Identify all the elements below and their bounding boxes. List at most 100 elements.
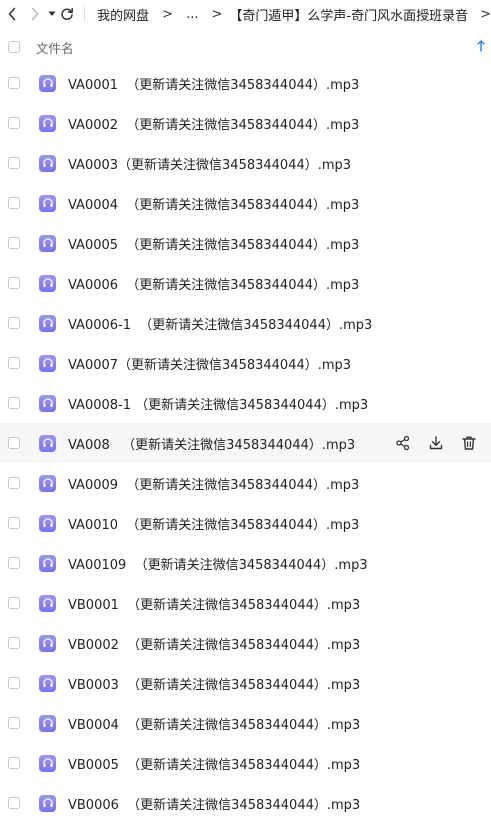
file-row[interactable]: VA00109 （更新请关注微信3458344044）.mp3 xyxy=(0,543,491,583)
row-checkbox[interactable] xyxy=(8,317,20,329)
row-checkbox[interactable] xyxy=(8,517,20,529)
delete-button[interactable] xyxy=(461,435,477,451)
headphones-icon xyxy=(39,194,56,212)
row-actions xyxy=(395,423,477,463)
back-button[interactable] xyxy=(0,0,23,28)
file-row-hovered[interactable]: VA008 （更新请关注微信3458344044）.mp3 xyxy=(0,423,491,463)
file-row[interactable]: VB0006 （更新请关注微信3458344044）.mp3 xyxy=(0,783,491,823)
row-checkbox[interactable] xyxy=(8,597,20,609)
file-name[interactable]: VB0001 （更新请关注微信3458344044）.mp3 xyxy=(68,594,360,613)
row-checkbox[interactable] xyxy=(8,677,20,689)
file-row[interactable]: VA0009 （更新请关注微信3458344044）.mp3 xyxy=(0,463,491,503)
headphones-icon xyxy=(39,754,56,772)
share-button[interactable] xyxy=(395,435,411,451)
file-name[interactable]: VA0009 （更新请关注微信3458344044）.mp3 xyxy=(68,474,359,493)
headphones-icon xyxy=(39,554,56,572)
file-name[interactable]: VA0005 （更新请关注微信3458344044）.mp3 xyxy=(68,234,359,253)
headphones-icon xyxy=(39,394,56,412)
file-name[interactable]: VA0002 （更新请关注微信3458344044）.mp3 xyxy=(68,114,359,133)
file-row[interactable]: VA0003（更新请关注微信3458344044）.mp3 xyxy=(0,143,491,183)
file-row[interactable]: VA0006 （更新请关注微信3458344044）.mp3 xyxy=(0,263,491,303)
breadcrumb-separator: > xyxy=(480,6,491,22)
headphones-icon xyxy=(39,354,56,372)
column-header-filename[interactable]: 文件名 xyxy=(36,38,74,57)
file-row[interactable]: VA0008-1 （更新请关注微信3458344044）.mp3 xyxy=(0,383,491,423)
row-checkbox[interactable] xyxy=(8,397,20,409)
file-row[interactable]: VA0001 （更新请关注微信3458344044）.mp3 xyxy=(0,63,491,103)
file-row[interactable]: VB0002 （更新请关注微信3458344044）.mp3 xyxy=(0,623,491,663)
headphones-icon xyxy=(39,474,56,492)
file-name[interactable]: VA0006 （更新请关注微信3458344044）.mp3 xyxy=(68,274,359,293)
breadcrumb-root[interactable]: 我的网盘 xyxy=(97,5,149,24)
file-name[interactable]: VA0007（更新请关注微信3458344044）.mp3 xyxy=(68,354,351,373)
row-checkbox[interactable] xyxy=(8,797,20,809)
headphones-icon xyxy=(39,514,56,532)
row-checkbox[interactable] xyxy=(8,277,20,289)
file-name[interactable]: VA0003（更新请关注微信3458344044）.mp3 xyxy=(68,154,351,173)
row-checkbox[interactable] xyxy=(8,77,20,89)
row-checkbox[interactable] xyxy=(8,757,20,769)
breadcrumb-separator: > xyxy=(211,6,223,22)
download-button[interactable] xyxy=(428,435,444,451)
row-checkbox[interactable] xyxy=(8,357,20,369)
refresh-icon xyxy=(61,7,74,21)
headphones-icon xyxy=(39,434,56,452)
download-icon xyxy=(429,436,443,450)
breadcrumb-separator: > xyxy=(162,6,174,22)
file-row[interactable]: VA0005 （更新请关注微信3458344044）.mp3 xyxy=(0,223,491,263)
file-row[interactable]: VB0003 （更新请关注微信3458344044）.mp3 xyxy=(0,663,491,703)
toolbar-divider xyxy=(84,6,86,22)
sort-ascending-icon[interactable] xyxy=(477,40,485,55)
file-row[interactable]: VA0007（更新请关注微信3458344044）.mp3 xyxy=(0,343,491,383)
top-navigation-bar: 我的网盘 > ... > 【奇门遁甲】么学声-奇门风水面授班录音 > xyxy=(0,0,491,28)
file-name[interactable]: VB0005 （更新请关注微信3458344044）.mp3 xyxy=(68,754,360,773)
caret-down-icon xyxy=(48,11,56,16)
row-checkbox[interactable] xyxy=(8,637,20,649)
select-all-checkbox[interactable] xyxy=(8,41,20,53)
row-checkbox[interactable] xyxy=(8,157,20,169)
file-row[interactable]: VB0005 （更新请关注微信3458344044）.mp3 xyxy=(0,743,491,783)
file-name[interactable]: VA0001 （更新请关注微信3458344044）.mp3 xyxy=(68,74,359,93)
file-name[interactable]: VB0003 （更新请关注微信3458344044）.mp3 xyxy=(68,674,360,693)
file-row[interactable]: VA0004 （更新请关注微信3458344044）.mp3 xyxy=(0,183,491,223)
row-checkbox[interactable] xyxy=(8,117,20,129)
file-row[interactable]: VA0006-1 （更新请关注微信3458344044）.mp3 xyxy=(0,303,491,343)
headphones-icon xyxy=(39,634,56,652)
file-name[interactable]: VA00109 （更新请关注微信3458344044）.mp3 xyxy=(68,554,368,573)
row-checkbox[interactable] xyxy=(8,197,20,209)
headphones-icon xyxy=(39,74,56,92)
row-checkbox[interactable] xyxy=(8,557,20,569)
file-name[interactable]: VB0002 （更新请关注微信3458344044）.mp3 xyxy=(68,634,360,653)
chevron-right-icon xyxy=(31,7,39,21)
file-list: VA0001 （更新请关注微信3458344044）.mp3 VA0002 （更… xyxy=(0,63,491,823)
trash-icon xyxy=(462,436,476,450)
file-name[interactable]: VA008 （更新请关注微信3458344044）.mp3 xyxy=(68,434,355,453)
file-name[interactable]: VA0006-1 （更新请关注微信3458344044）.mp3 xyxy=(68,314,372,333)
file-row[interactable]: VA0002 （更新请关注微信3458344044）.mp3 xyxy=(0,103,491,143)
row-checkbox[interactable] xyxy=(8,437,20,449)
row-checkbox[interactable] xyxy=(8,717,20,729)
file-name[interactable]: VB0004 （更新请关注微信3458344044）.mp3 xyxy=(68,714,360,733)
headphones-icon xyxy=(39,594,56,612)
headphones-icon xyxy=(39,314,56,332)
share-icon xyxy=(396,435,410,451)
row-checkbox[interactable] xyxy=(8,477,20,489)
breadcrumb-current[interactable]: 【奇门遁甲】么学声-奇门风水面授班录音 xyxy=(229,5,468,24)
headphones-icon xyxy=(39,674,56,692)
headphones-icon xyxy=(39,274,56,292)
file-name[interactable]: VA0010 （更新请关注微信3458344044）.mp3 xyxy=(68,514,359,533)
headphones-icon xyxy=(39,154,56,172)
file-list-header: 文件名 xyxy=(0,34,491,60)
history-dropdown-button[interactable] xyxy=(46,0,58,28)
file-name[interactable]: VA0008-1 （更新请关注微信3458344044）.mp3 xyxy=(68,394,368,413)
file-row[interactable]: VB0001 （更新请关注微信3458344044）.mp3 xyxy=(0,583,491,623)
file-name[interactable]: VA0004 （更新请关注微信3458344044）.mp3 xyxy=(68,194,359,213)
forward-button[interactable] xyxy=(23,0,46,28)
headphones-icon xyxy=(39,794,56,812)
file-row[interactable]: VB0004 （更新请关注微信3458344044）.mp3 xyxy=(0,703,491,743)
refresh-button[interactable] xyxy=(58,0,76,28)
file-name[interactable]: VB0006 （更新请关注微信3458344044）.mp3 xyxy=(68,794,360,813)
row-checkbox[interactable] xyxy=(8,237,20,249)
breadcrumb-ellipsis[interactable]: ... xyxy=(186,7,198,22)
file-row[interactable]: VA0010 （更新请关注微信3458344044）.mp3 xyxy=(0,503,491,543)
